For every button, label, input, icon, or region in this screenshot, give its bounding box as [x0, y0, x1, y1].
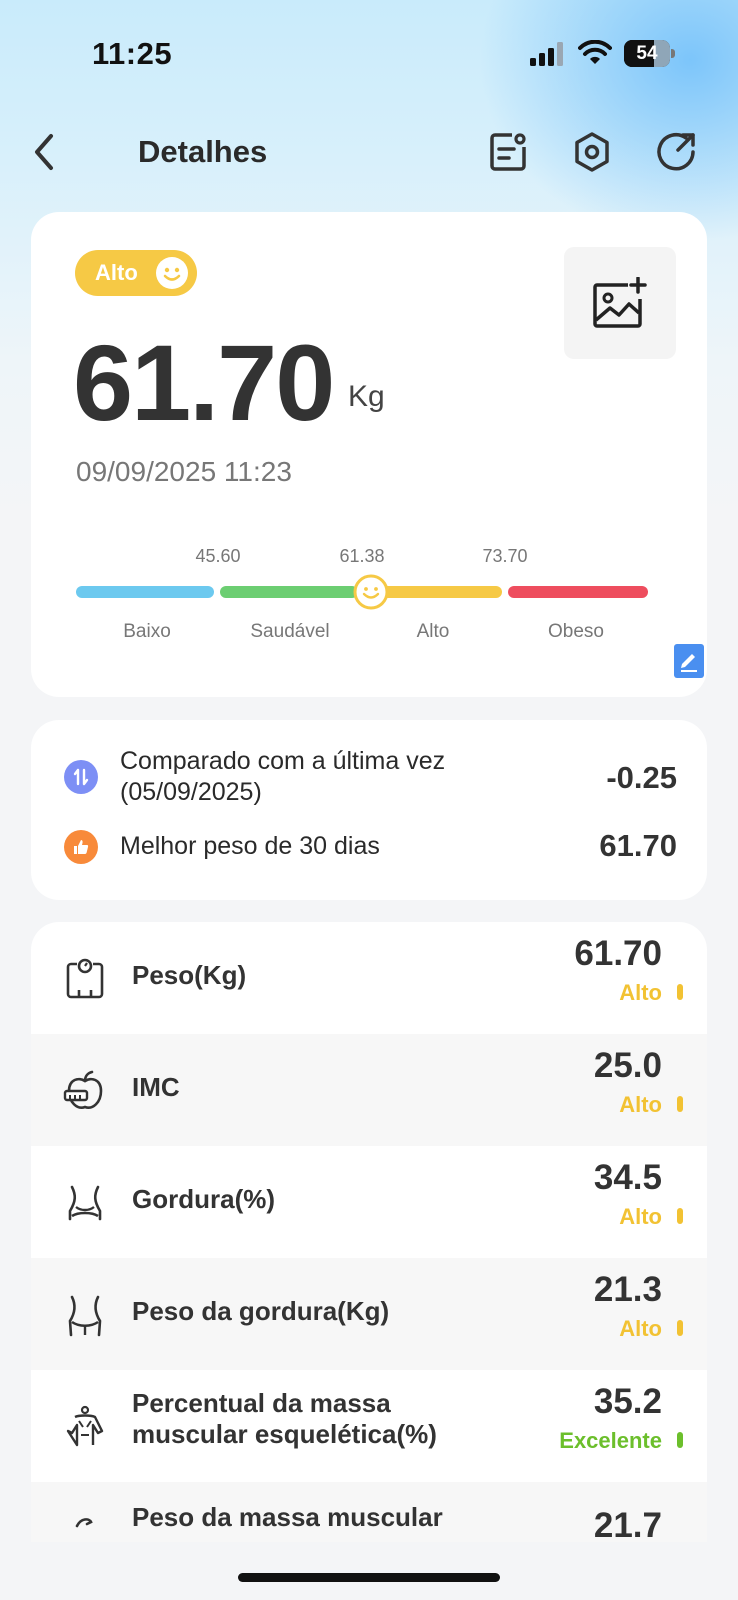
metric-status-indicator — [677, 984, 683, 1000]
metric-name: Peso(Kg) — [132, 960, 247, 990]
settings-button[interactable] — [568, 128, 616, 176]
metric-name-line1: Percentual da massa — [132, 1388, 391, 1418]
comparison-label-text: Comparado com a última vez — [120, 747, 446, 775]
scale-segment-obese — [508, 586, 648, 598]
metric-name: Gordura(%) — [132, 1184, 275, 1214]
add-image-icon — [593, 277, 647, 328]
metrics-list: Peso(Kg) 61.70 Alto IMC 25.0 Alto Gordur… — [31, 922, 707, 1542]
metric-row-fat-mass[interactable]: Peso da gordura(Kg) 21.3 Alto — [31, 1258, 707, 1370]
best-weight-label: Melhor peso de 30 dias — [120, 832, 380, 860]
page-title: Detalhes — [138, 134, 268, 169]
comparison-value: -0.25 — [606, 760, 677, 795]
status-bar: 11:25 54 — [0, 0, 738, 110]
metric-value: 34.5 — [593, 1158, 662, 1197]
scale-position-marker-icon — [353, 574, 389, 610]
metric-status-indicator — [677, 1208, 683, 1224]
metric-value: 35.2 — [593, 1382, 662, 1421]
compare-arrows-icon — [64, 760, 98, 794]
scale-tick-high: 73.70 — [482, 546, 528, 566]
muscle-body-icon — [66, 1405, 104, 1447]
metric-status: Alto — [619, 1316, 662, 1341]
weight-summary-card: Alto 61.70 Kg 09/09/2025 11:23 45.60 61.… — [31, 212, 707, 697]
scale-icon — [66, 958, 104, 999]
thumbs-up-icon — [64, 830, 98, 864]
top-navigation-bar: Detalhes — [0, 120, 738, 184]
metric-row-body-fat[interactable]: Gordura(%) 34.5 Alto — [31, 1146, 707, 1258]
status-badge: Alto — [75, 250, 197, 296]
metric-row-muscle-mass[interactable]: Peso da massa muscular 21.7 — [31, 1482, 707, 1542]
metric-value: 25.0 — [593, 1046, 662, 1085]
weight-unit: Kg — [348, 380, 385, 413]
waist-icon — [68, 1295, 102, 1337]
best-weight-value: 61.70 — [599, 828, 677, 863]
scale-tick-low: 45.60 — [195, 546, 241, 566]
arm-muscle-icon — [75, 1518, 93, 1528]
status-time: 11:25 — [92, 36, 173, 71]
scale-label-healthy: Saudável — [250, 621, 330, 642]
metric-value: 21.7 — [593, 1506, 662, 1542]
scale-segment-low — [76, 586, 214, 598]
scale-label-low: Baixo — [123, 621, 171, 642]
metric-status: Alto — [619, 1204, 662, 1229]
metric-value: 61.70 — [574, 934, 662, 973]
measurement-datetime: 09/09/2025 11:23 — [76, 456, 292, 487]
metric-row-weight[interactable]: Peso(Kg) 61.70 Alto — [31, 922, 707, 1034]
body-fat-icon — [68, 1185, 102, 1221]
edit-button[interactable] — [674, 644, 704, 678]
metric-status-indicator — [677, 1432, 683, 1448]
share-arrow-icon — [657, 133, 695, 171]
pencil-icon — [681, 654, 697, 672]
apple-icon — [63, 1070, 103, 1109]
metric-status-indicator — [677, 1320, 683, 1336]
scale-label-high: Alto — [416, 621, 450, 642]
gear-icon — [575, 132, 609, 172]
cellular-signal-icon — [530, 42, 563, 66]
weight-value: 61.70 — [73, 322, 335, 443]
back-button[interactable] — [24, 130, 64, 174]
report-button[interactable] — [484, 128, 532, 176]
metric-name: Percentual da massa muscular esquelética… — [132, 1388, 437, 1450]
comparison-label: Comparado com a última vez (05/09/2025) — [120, 746, 445, 808]
comparison-date: (05/09/2025) — [120, 778, 262, 806]
metric-status: Alto — [619, 1092, 662, 1117]
home-indicator[interactable] — [238, 1573, 500, 1582]
chevron-left-icon — [35, 134, 53, 170]
scale-tick-current: 61.38 — [339, 546, 385, 566]
document-list-icon — [490, 133, 526, 171]
status-badge-label: Alto — [95, 260, 138, 285]
smiley-face-icon — [156, 257, 188, 289]
metric-row-skeletal-muscle[interactable]: Percentual da massa muscular esquelética… — [31, 1370, 707, 1482]
share-button[interactable] — [652, 128, 700, 176]
scale-segment-healthy — [220, 586, 358, 598]
metric-value: 21.3 — [593, 1270, 662, 1309]
metric-name-line2: muscular esquelética(%) — [132, 1419, 437, 1449]
battery-icon: 54 — [624, 40, 675, 67]
metric-name: Peso da massa muscular — [132, 1502, 443, 1532]
metric-status-indicator — [677, 1096, 683, 1112]
metric-status: Excelente — [559, 1428, 662, 1453]
metric-status: Alto — [619, 980, 662, 1005]
wifi-icon — [578, 40, 612, 64]
comparison-card: Comparado com a última vez (05/09/2025) … — [31, 720, 707, 900]
metric-name: Peso da gordura(Kg) — [132, 1296, 390, 1326]
battery-level: 54 — [636, 43, 658, 64]
scale-label-obese: Obeso — [548, 621, 604, 642]
add-photo-button[interactable] — [564, 247, 676, 359]
metric-row-bmi[interactable]: IMC 25.0 Alto — [31, 1034, 707, 1146]
metric-name: IMC — [132, 1072, 180, 1102]
